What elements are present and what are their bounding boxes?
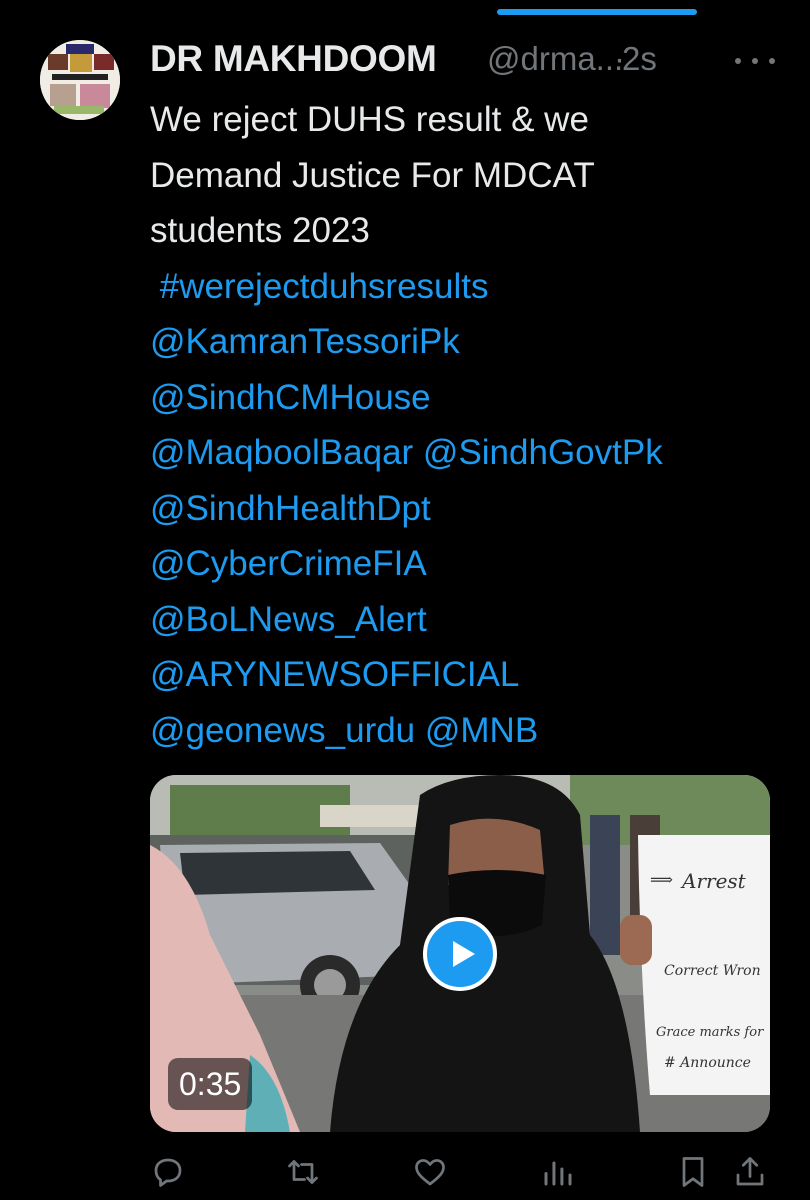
- mention-link[interactable]: @SindhCMHouse: [150, 370, 790, 426]
- sign-text: Correct Wron: [664, 963, 761, 979]
- mention-link[interactable]: @BoLNews_Alert: [150, 592, 790, 648]
- mention-link[interactable]: @KamranTessoriPk: [150, 314, 790, 370]
- protest-sign: ⟹ Arrest Correct Wron Grace marks for # …: [650, 855, 770, 1095]
- like-icon[interactable]: [412, 1154, 448, 1190]
- sign-arrow: ⟹: [650, 870, 673, 889]
- hashtag-link[interactable]: #werejectduhsresults: [150, 259, 790, 315]
- retweet-icon[interactable]: [285, 1154, 321, 1190]
- reply-icon[interactable]: [150, 1154, 186, 1190]
- sign-text: # Announce: [664, 1055, 751, 1071]
- video-duration: 0:35: [168, 1058, 253, 1110]
- mention-link[interactable]: @ARYNEWSOFFICIAL: [150, 647, 790, 703]
- mention-link[interactable]: @CyberCrimeFIA: [150, 536, 790, 592]
- bookmark-icon[interactable]: [675, 1154, 711, 1190]
- user-handle[interactable]: @drma...: [487, 40, 623, 78]
- tweet-text-line: students 2023: [150, 211, 370, 250]
- sign-text: Grace marks for: [656, 1025, 764, 1040]
- play-button[interactable]: [423, 917, 497, 991]
- tweet-text-line: We reject DUHS result & we: [150, 100, 589, 139]
- tweet-text-line: Demand Justice For MDCAT: [150, 155, 595, 195]
- play-icon: [452, 941, 475, 967]
- views-icon[interactable]: [540, 1154, 576, 1190]
- sign-text: Arrest: [682, 869, 746, 893]
- share-icon[interactable]: [732, 1154, 768, 1190]
- tab-indicator: [497, 9, 697, 15]
- mention-link[interactable]: @MaqboolBaqar @SindhGovtPk: [150, 425, 790, 481]
- tweet-actions: [150, 1150, 770, 1194]
- avatar[interactable]: [40, 40, 120, 120]
- mention-link[interactable]: @SindhHealthDpt: [150, 481, 790, 537]
- mention-link[interactable]: @geonews_urdu @MNB: [150, 703, 790, 759]
- more-icon[interactable]: [735, 46, 775, 76]
- timestamp[interactable]: 2s: [622, 40, 657, 78]
- tweet-screen: DR MAKHDOOM @drma... · 2s We reject DUHS…: [0, 0, 810, 1200]
- tweet-header: DR MAKHDOOM @drma... · 2s: [150, 38, 790, 86]
- tweet-text: We reject DUHS result & we Demand Justic…: [150, 92, 790, 758]
- display-name[interactable]: DR MAKHDOOM: [150, 38, 437, 80]
- video-player[interactable]: ⟹ Arrest Correct Wron Grace marks for # …: [150, 775, 770, 1132]
